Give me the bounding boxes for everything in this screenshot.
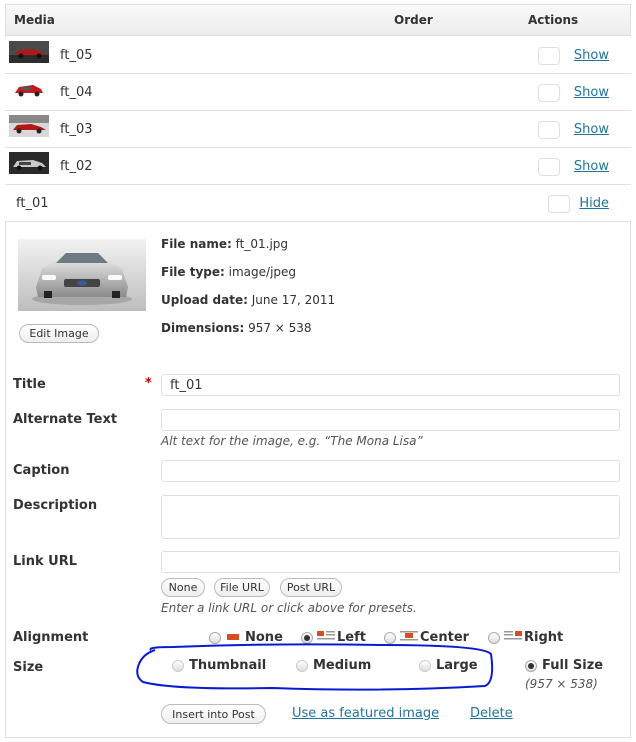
order-input[interactable] [538, 121, 560, 139]
media-thumbnail [13, 78, 45, 100]
required-marker: * [145, 376, 152, 391]
dimensions-row: Dimensions: 957 × 538 [161, 321, 312, 335]
media-preview-image [18, 239, 146, 311]
upload-date-label: Upload date: [161, 293, 248, 307]
link-none-button[interactable]: None [161, 578, 205, 597]
table-row: ft_03 Show [5, 111, 631, 148]
media-column-header: Media [14, 13, 55, 27]
file-type-row: File type: image/jpeg [161, 265, 296, 279]
caption-input[interactable] [161, 460, 620, 482]
media-title: ft_01 [16, 196, 49, 211]
size-label: Size [13, 660, 44, 675]
media-title: ft_04 [60, 85, 93, 100]
size-full-radio[interactable] [525, 660, 537, 672]
show-link[interactable]: Show [574, 122, 609, 137]
dimensions-value: 957 × 538 [248, 321, 312, 335]
file-name-label: File name: [161, 237, 232, 251]
alternate-text-label: Alternate Text [13, 412, 118, 427]
actions-column-header: Actions [528, 13, 579, 27]
show-link[interactable]: Show [574, 48, 609, 63]
alternate-text-help: Alt text for the image, e.g. “The Mona L… [161, 434, 423, 448]
insert-into-post-button[interactable]: Insert into Post [161, 704, 266, 724]
link-file-url-button[interactable]: File URL [214, 578, 270, 597]
media-title: ft_02 [60, 159, 93, 174]
order-input[interactable] [538, 84, 560, 102]
link-post-url-button[interactable]: Post URL [280, 578, 342, 597]
order-input[interactable] [548, 195, 570, 213]
media-thumbnail [9, 152, 49, 174]
alternate-text-input[interactable] [161, 409, 620, 431]
media-title: ft_05 [60, 48, 93, 63]
upload-date-value: June 17, 2011 [251, 293, 336, 307]
order-input[interactable] [538, 158, 560, 176]
table-row: ft_04 Show [5, 74, 631, 111]
delete-link[interactable]: Delete [470, 706, 513, 721]
align-left-icon [317, 630, 335, 640]
table-row: ft_05 Show [5, 37, 631, 74]
size-full-label: Full Size [542, 658, 604, 673]
file-name-value: ft_01.jpg [235, 237, 289, 251]
link-url-input[interactable] [161, 551, 620, 573]
file-type-value: image/jpeg [228, 265, 297, 279]
file-type-label: File type: [161, 265, 225, 279]
show-link[interactable]: Show [574, 85, 609, 100]
annotation-ellipse [136, 643, 494, 691]
show-link[interactable]: Show [574, 159, 609, 174]
upload-date-row: Upload date: June 17, 2011 [161, 293, 335, 307]
align-center-icon [400, 630, 418, 641]
description-textarea[interactable] [161, 495, 620, 539]
media-thumbnail [9, 115, 49, 137]
table-row: ft_01 Hide [5, 185, 631, 222]
table-header: Media Order Actions [5, 4, 631, 36]
file-name-row: File name: ft_01.jpg [161, 237, 288, 251]
edit-image-button[interactable]: Edit Image [19, 324, 99, 343]
use-as-featured-image-link[interactable]: Use as featured image [292, 706, 439, 721]
alignment-right-label: Right [524, 630, 564, 645]
title-label: Title [13, 377, 46, 392]
dimensions-label: Dimensions: [161, 321, 245, 335]
align-none-icon [226, 631, 242, 641]
order-input[interactable] [538, 47, 560, 65]
link-url-help: Enter a link URL or click above for pres… [161, 601, 417, 615]
order-column-header: Order [394, 13, 433, 27]
align-right-icon [504, 630, 522, 640]
media-title: ft_03 [60, 122, 93, 137]
media-thumbnail [9, 41, 49, 63]
link-url-label: Link URL [13, 554, 78, 569]
full-size-dimensions: (957 × 538) [525, 677, 598, 691]
title-input[interactable]: ft_01 [161, 374, 620, 396]
alignment-label: Alignment [13, 630, 89, 645]
caption-label: Caption [13, 463, 70, 478]
description-label: Description [13, 498, 98, 513]
hide-link[interactable]: Hide [579, 196, 609, 211]
table-row: ft_02 Show [5, 148, 631, 185]
